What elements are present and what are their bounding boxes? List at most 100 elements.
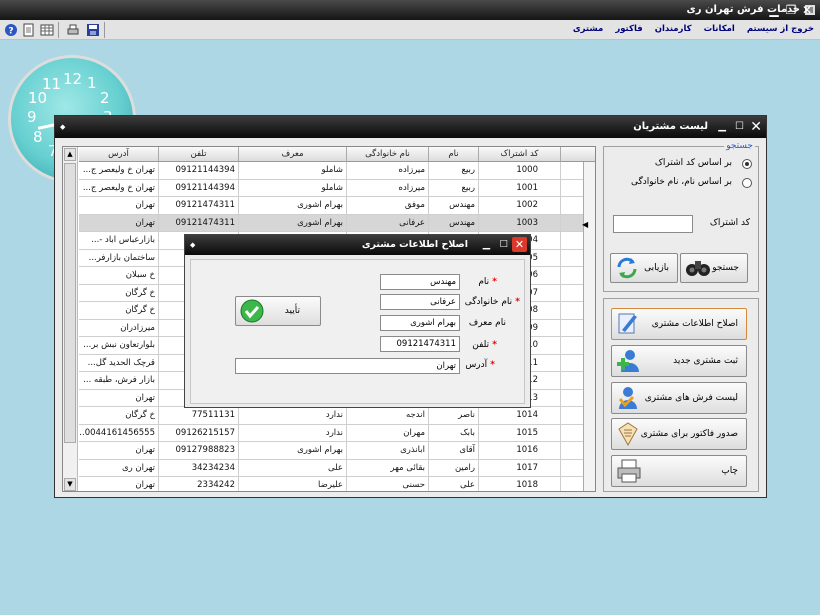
phone-input[interactable]: 09121474311 [380, 336, 460, 352]
help-icon[interactable]: ? [4, 23, 18, 37]
edit-dialog-title: اصلاح اطلاعات مشتری [361, 239, 468, 250]
save-icon[interactable] [86, 23, 100, 37]
table-row[interactable]: تهران خ ولیعصر ج... 09121144394 شاملو میرزا… [79, 179, 583, 197]
clock-number: 8 [33, 128, 43, 146]
cell-lastname: اندجه [347, 407, 429, 424]
cell-address: تهران ری [79, 459, 159, 477]
restore-button[interactable]: ❐ [784, 3, 798, 17]
cell-code: 1003 [479, 214, 561, 232]
referrer-input[interactable]: بهرام اشوری [380, 315, 460, 331]
close-icon[interactable]: ✕ [750, 117, 762, 137]
edit-customer-label: اصلاح اطلاعات مشتری [651, 319, 738, 329]
confirm-button[interactable]: تأیید [235, 296, 321, 326]
menu-facilities[interactable]: امکانات [704, 24, 735, 34]
cell-address: قرچک الحدید گل... [79, 354, 159, 372]
clock-number: 2 [100, 89, 110, 107]
table-row[interactable]: خ گرگان 77511131 ندارد اندجه ناصر 1014 [79, 407, 583, 425]
document-icon[interactable] [22, 23, 36, 37]
maximize-icon[interactable]: ☐ [499, 235, 508, 255]
row-header-column [583, 162, 595, 491]
scroll-up-icon[interactable]: ▲ [64, 148, 76, 161]
cell-firstname: ناصر [429, 407, 479, 424]
referrer-label: نام معرف [468, 318, 506, 328]
search-link[interactable]: جستجو [724, 141, 755, 151]
table-row-selected[interactable]: تهران 09121474311 بهرام اشوری عرفانی مهندس 10… [79, 214, 583, 232]
cell-lastname: موفق [347, 197, 429, 214]
cell-address: 0044161456555... [79, 424, 159, 442]
cell-address: تهران خ ولیعصر ج... [79, 162, 159, 179]
cell-code: 1000 [479, 162, 561, 179]
col-header-referrer[interactable]: معرف [239, 147, 347, 162]
cell-address: بازارعباس اباد -... [79, 232, 159, 249]
table-row[interactable]: تهران 2334242 علیرضا حسنی علی 1018 [79, 477, 583, 491]
cell-phone: 2334242 [159, 477, 239, 491]
cell-code: 1017 [479, 459, 561, 477]
table-row[interactable]: تهران خ ولیعصر ج... 09121144394 شاملو میرزا… [79, 162, 583, 180]
cell-code: 1018 [479, 477, 561, 491]
cell-address: خ سبلان [79, 267, 159, 284]
cell-referrer: بهرام اشوری [239, 442, 347, 459]
cell-referrer: شاملو [239, 179, 347, 197]
table-row[interactable]: تهران 09127988823 بهرام اشوری ابانذری آقای 10… [79, 442, 583, 460]
cell-code: 1014 [479, 407, 561, 424]
scroll-down-icon[interactable]: ▼ [64, 478, 76, 491]
customers-window-titlebar: ◆ لیست مشتریان ✕ ☐ ▁ [55, 116, 766, 138]
col-header-phone[interactable]: تلفن [159, 147, 239, 162]
cell-firstname: ربیع [429, 179, 479, 197]
close-button[interactable]: ✕ [800, 3, 814, 17]
scroll-thumb[interactable] [64, 163, 76, 443]
radio-by-code[interactable] [742, 159, 752, 169]
edit-customer-button[interactable]: اصلاح اطلاعات مشتری [611, 308, 747, 340]
close-icon[interactable]: ✕ [512, 237, 527, 252]
col-header-row [561, 147, 595, 162]
table-row[interactable]: 0044161456555...09126215157نداردمهرانباب… [79, 424, 583, 442]
code-search-input[interactable] [613, 215, 693, 233]
col-header-address[interactable]: آدرس [79, 147, 159, 162]
cell-lastname: میرزاده [347, 162, 429, 179]
col-header-code[interactable]: کد اشتراک [479, 147, 561, 162]
edit-document-icon [618, 313, 637, 334]
invoice-button[interactable]: صدور فاکتور برای مشتری [611, 418, 747, 450]
menubar: مشتری فاکتور کارمندان امکانات خروج از سی… [0, 20, 820, 40]
cell-referrer: علیرضا [239, 477, 347, 491]
cell-code: 1015 [479, 424, 561, 442]
grid-vertical-scrollbar[interactable]: ▲ ▼ [63, 147, 78, 491]
menu-invoice[interactable]: فاکتور [615, 24, 642, 34]
minimize-icon[interactable]: ▁ [718, 116, 726, 138]
menu-employees[interactable]: کارمندان [655, 24, 692, 34]
invoice-icon [618, 422, 638, 447]
menu-customer[interactable]: مشتری [573, 24, 603, 34]
minimize-icon[interactable]: ▁ [483, 235, 490, 255]
menu-exit[interactable]: خروج از سیستم [747, 24, 814, 34]
minimize-button[interactable]: ▁ [767, 3, 781, 17]
svg-text:?: ? [8, 27, 13, 37]
col-header-lastname[interactable]: نام خانوادگی [347, 147, 429, 162]
radio-by-name[interactable] [742, 178, 752, 188]
cell-address: بازار فرش، طبقه ... [79, 372, 159, 389]
grid-icon[interactable] [40, 23, 54, 37]
cell-address: تهران خ ولیعصر ج... [79, 179, 159, 197]
user-list-icon [618, 387, 637, 409]
app-titlebar: خدمات فرش تهران ری ✕ ❐ ▁ [0, 0, 820, 20]
firstname-input[interactable]: مهندس [380, 274, 460, 290]
print-icon[interactable] [66, 23, 80, 37]
new-customer-button[interactable]: ثبت مشتری جدید [611, 345, 747, 377]
confirm-label: تأیید [284, 306, 300, 316]
maximize-icon[interactable]: ☐ [735, 116, 744, 138]
edit-customer-dialog: ◆ اصلاح اطلاعات مشتری ✕ ☐ ▁ * نام مهندس … [184, 234, 531, 408]
search-button[interactable]: جستجو [680, 253, 748, 283]
print-button[interactable]: چاپ [611, 455, 747, 487]
lastname-input[interactable]: عرفانی [380, 294, 460, 310]
radio-label-code: بر اساس کد اشتراک [654, 158, 732, 168]
cell-code: 1016 [479, 442, 561, 459]
cell-firstname: مهندس [429, 214, 479, 232]
table-row[interactable]: تهران ری 34234234 علی بقائی مهر رامین 1017 [79, 459, 583, 477]
checkmark-icon [240, 299, 264, 323]
table-row[interactable]: تهران 09121474311 بهرام اشوری موفق مهندس 1002 [79, 197, 583, 215]
address-input[interactable]: تهران [235, 358, 460, 374]
reset-button[interactable]: بازیابی [610, 253, 678, 283]
main-menu: مشتری فاکتور کارمندان امکانات خروج از سی… [573, 24, 814, 34]
col-header-firstname[interactable]: نام [429, 147, 479, 162]
customer-carpets-button[interactable]: لیست فرش های مشتری [611, 382, 747, 414]
add-user-icon [617, 350, 639, 372]
